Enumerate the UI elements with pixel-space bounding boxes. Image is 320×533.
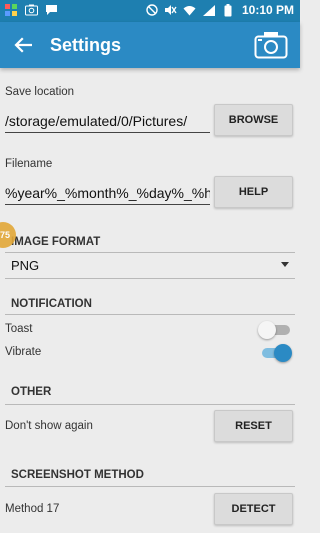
app-bar: Settings: [0, 22, 300, 68]
other-header: OTHER: [11, 386, 52, 398]
vibrate-toggle-knob: [274, 344, 292, 362]
filename-value: %year%_%month%_%day%_%h: [5, 185, 210, 201]
signal-icon: [202, 3, 216, 17]
chat-icon: [44, 3, 58, 17]
camera-icon: [254, 32, 288, 64]
mute-icon: [164, 3, 178, 17]
save-location-value: /storage/emulated/0/Pictures/: [5, 113, 188, 129]
screenshot-method-divider: [5, 486, 295, 487]
wifi-icon: [183, 3, 197, 17]
notification-header: NOTIFICATION: [11, 298, 92, 310]
toast-toggle-knob: [258, 321, 276, 339]
browse-button[interactable]: BROWSE: [214, 104, 293, 136]
image-format-select[interactable]: PNG: [5, 254, 295, 279]
grid-icon: [4, 3, 18, 17]
help-button[interactable]: HELP: [214, 176, 293, 208]
image-format-value: PNG: [11, 258, 40, 273]
status-bar: 10:10 PM: [0, 0, 300, 22]
camera-button[interactable]: [254, 30, 288, 60]
vibrate-toggle[interactable]: [258, 342, 292, 362]
status-right-icons: 10:10 PM: [145, 3, 294, 17]
page-title: Settings: [50, 35, 122, 55]
filename-label: Filename: [5, 158, 53, 170]
photo-icon: [24, 3, 38, 17]
dont-show-again-label: Don't show again: [5, 420, 93, 432]
vibrate-label: Vibrate: [5, 346, 42, 358]
screenshot-method-header: SCREENSHOT METHOD: [11, 469, 144, 481]
battery-icon: [221, 3, 235, 17]
arrow-left-icon: [14, 33, 33, 58]
save-location-field[interactable]: /storage/emulated/0/Pictures/: [5, 110, 210, 133]
image-format-header: IMAGE FORMAT: [11, 236, 101, 248]
save-location-label: Save location: [5, 86, 75, 98]
method-label: Method 17: [5, 503, 60, 515]
filename-field[interactable]: %year%_%month%_%day%_%h: [5, 182, 210, 205]
other-divider: [5, 404, 295, 405]
dropdown-arrow-icon: [281, 262, 289, 267]
do-not-disturb-icon: [145, 3, 159, 17]
image-format-divider: [5, 252, 295, 253]
back-button[interactable]: [10, 32, 36, 58]
notification-divider: [5, 314, 295, 315]
toast-label: Toast: [5, 323, 33, 335]
status-left-icons: [4, 3, 58, 17]
toast-toggle[interactable]: [258, 319, 292, 339]
detect-button[interactable]: DETECT: [214, 493, 293, 525]
status-time: 10:10 PM: [241, 3, 294, 17]
reset-button[interactable]: RESET: [214, 410, 293, 442]
